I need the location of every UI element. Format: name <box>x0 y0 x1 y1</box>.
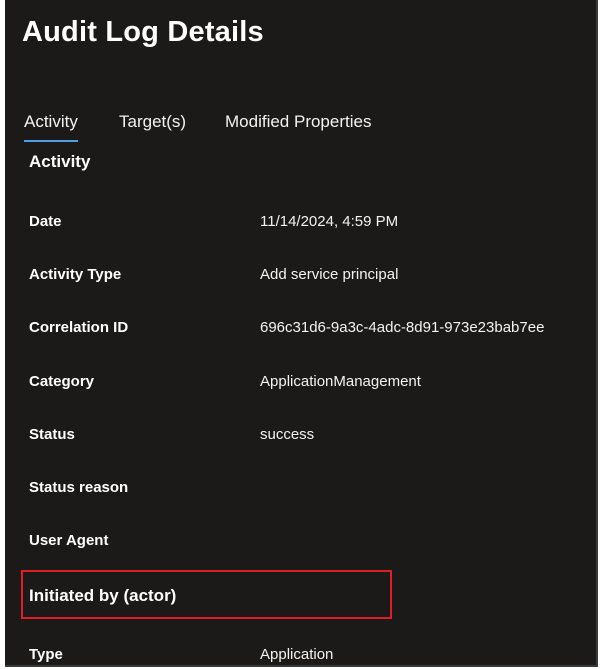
detail-label: Category <box>29 373 95 390</box>
detail-value: Add service principal <box>260 266 399 283</box>
detail-label: Status <box>29 426 75 443</box>
detail-label: Status reason <box>29 479 129 496</box>
detail-row-actor-type: Type Application <box>5 646 596 665</box>
detail-value: 696c31d6-9a3c-4adc-8d91-973e23bab7ee <box>260 319 545 336</box>
detail-row-date: Date 11/14/2024, 4:59 PM <box>5 213 596 235</box>
detail-row-user-agent: User Agent <box>5 532 596 554</box>
detail-label: Activity Type <box>29 266 122 283</box>
detail-value: success <box>260 426 315 443</box>
tab-activity[interactable]: Activity <box>24 112 78 142</box>
detail-row-correlation-id: Correlation ID 696c31d6-9a3c-4adc-8d91-9… <box>5 319 596 341</box>
detail-row-category: Category ApplicationManagement <box>5 373 596 395</box>
actor-section-heading: Initiated by (actor) <box>29 586 177 605</box>
detail-value: Application <box>260 646 334 663</box>
panel-title: Audit Log Details <box>22 16 264 48</box>
detail-label: Correlation ID <box>29 319 129 336</box>
tab-targets[interactable]: Target(s) <box>119 112 186 140</box>
activity-section-heading: Activity <box>29 152 91 171</box>
tab-modified-properties[interactable]: Modified Properties <box>225 112 371 140</box>
audit-log-details-panel: Audit Log Details Activity Target(s) Mod… <box>5 0 598 667</box>
detail-row-activity-type: Activity Type Add service principal <box>5 266 596 288</box>
detail-row-status-reason: Status reason <box>5 479 596 501</box>
detail-label: Type <box>29 646 63 663</box>
detail-row-status: Status success <box>5 426 596 448</box>
detail-value: ApplicationManagement <box>260 373 421 390</box>
detail-label: Date <box>29 213 62 230</box>
detail-value: 11/14/2024, 4:59 PM <box>260 213 399 230</box>
detail-label: User Agent <box>29 532 109 549</box>
